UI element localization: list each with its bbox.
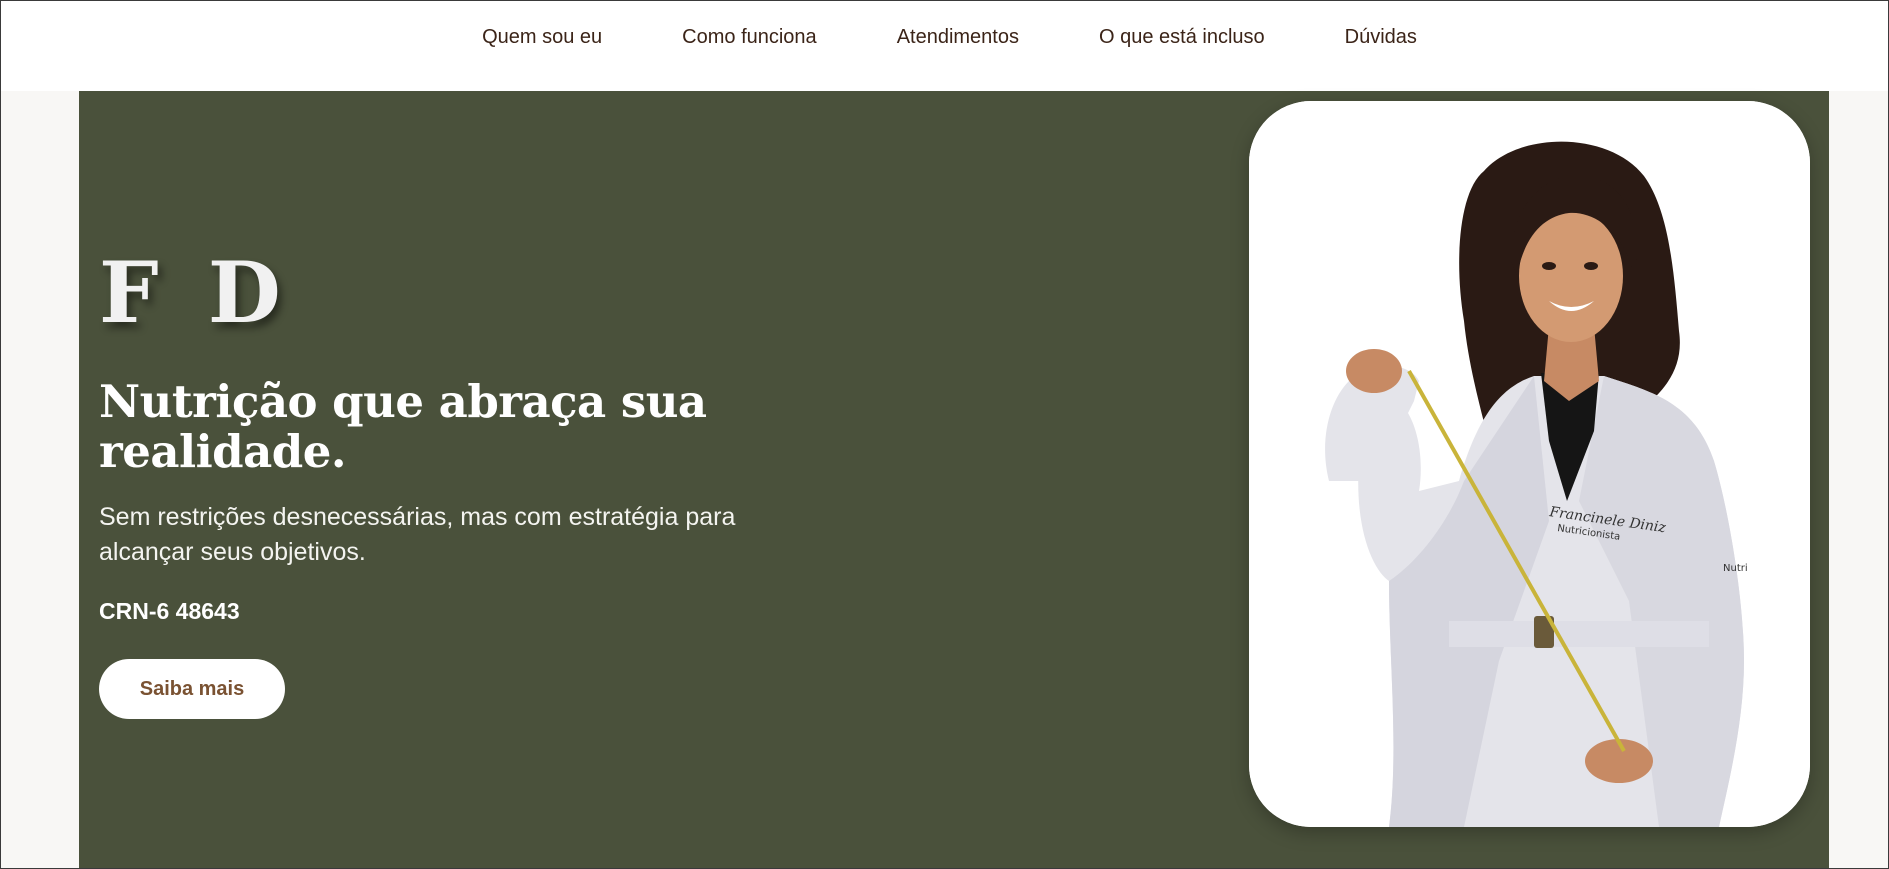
hero-subtext: Sem restrições desnecessárias, mas com e…	[99, 503, 736, 566]
logo-monogram: F D	[99, 243, 291, 342]
nav-link-o-que-esta-incluso[interactable]: O que está incluso	[1099, 26, 1265, 49]
nav-link-duvidas[interactable]: Dúvidas	[1345, 26, 1417, 49]
hero-headline: Nutrição que abraça sua realidade.	[99, 375, 707, 478]
hero-text-block: F D Nutrição que abraça sua realidade. S…	[99, 251, 859, 719]
nav-link-como-funciona[interactable]: Como funciona	[682, 26, 817, 49]
nutritionist-portrait: Francinele Diniz Nutricionista Nutri	[1249, 101, 1810, 827]
sleeve-embroidery: Nutri	[1723, 563, 1748, 574]
nav-menu: Quem sou eu Como funciona Atendimentos O…	[1, 1, 1888, 73]
nav-link-atendimentos[interactable]: Atendimentos	[897, 26, 1019, 49]
nav-link-quem-sou-eu[interactable]: Quem sou eu	[482, 26, 602, 49]
portrait-photo: Francinele Diniz Nutricionista Nutri	[1249, 101, 1810, 827]
crn-registration: CRN-6 48643	[99, 598, 240, 624]
top-navigation: Quem sou eu Como funciona Atendimentos O…	[1, 1, 1888, 91]
saiba-mais-button[interactable]: Saiba mais	[99, 659, 285, 719]
hero-section: F D Nutrição que abraça sua realidade. S…	[79, 91, 1829, 868]
page-margin	[0, 91, 79, 868]
